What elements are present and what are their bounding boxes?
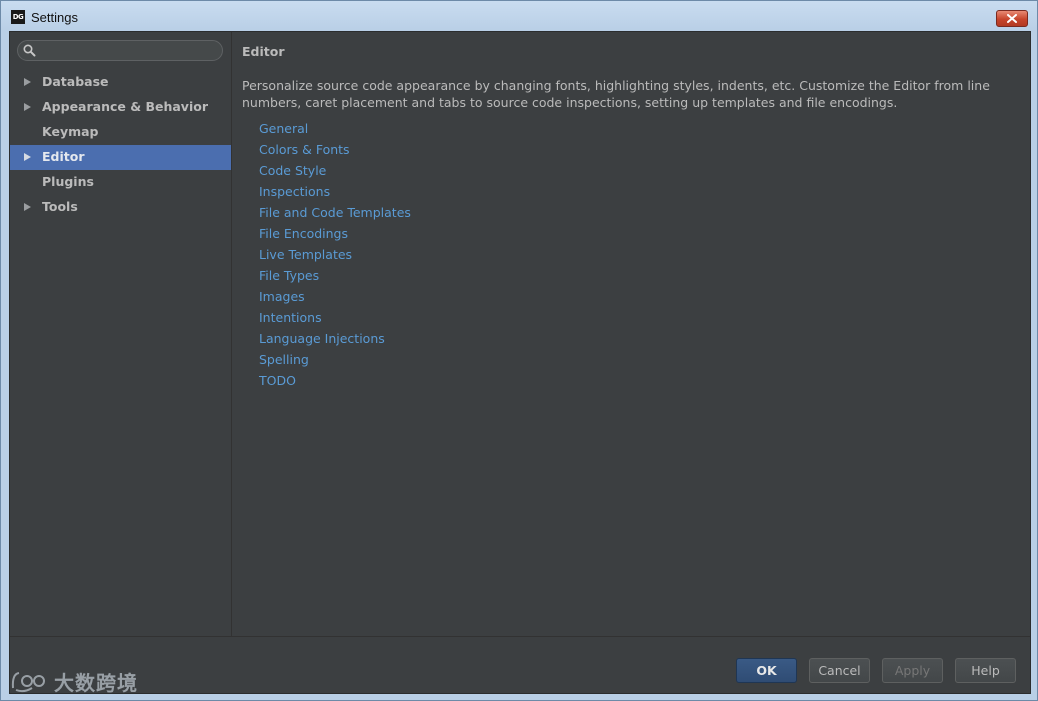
sidebar-item-label: Tools [42, 199, 78, 214]
link-intentions[interactable]: Intentions [259, 309, 411, 330]
expand-arrow-icon[interactable] [24, 153, 31, 161]
link-language-injections[interactable]: Language Injections [259, 330, 411, 351]
sidebar-item-plugins[interactable]: Plugins [10, 170, 231, 195]
watermark-text: 大数跨境 [54, 670, 138, 695]
link-file-types[interactable]: File Types [259, 267, 411, 288]
title-bar[interactable]: DG Settings [1, 1, 1037, 31]
expand-arrow-icon[interactable] [24, 203, 31, 211]
link-todo[interactable]: TODO [259, 372, 411, 393]
sidebar-item-appearance-behavior[interactable]: Appearance & Behavior [10, 95, 231, 120]
link-colors-fonts[interactable]: Colors & Fonts [259, 141, 411, 162]
sidebar-item-label: Editor [42, 149, 85, 164]
footer-divider [10, 636, 1030, 637]
settings-content-panel: Editor Personalize source code appearanc… [232, 32, 1030, 636]
sidebar-item-keymap[interactable]: Keymap [10, 120, 231, 145]
sidebar-item-label: Plugins [42, 174, 94, 189]
help-button[interactable]: Help [955, 658, 1016, 683]
link-file-encodings[interactable]: File Encodings [259, 225, 411, 246]
expand-arrow-icon[interactable] [24, 103, 31, 111]
link-inspections[interactable]: Inspections [259, 183, 411, 204]
search-icon [23, 44, 36, 57]
subsection-links: General Colors & Fonts Code Style Inspec… [259, 120, 411, 393]
datagrip-app-icon: DG [11, 10, 25, 24]
sidebar-item-label: Appearance & Behavior [42, 99, 208, 114]
cancel-button[interactable]: Cancel [809, 658, 870, 683]
watermark-logo-icon [11, 672, 45, 693]
expand-arrow-icon[interactable] [24, 78, 31, 86]
close-button[interactable] [996, 10, 1028, 27]
link-general[interactable]: General [259, 120, 411, 141]
sidebar-item-label: Database [42, 74, 109, 89]
search-box[interactable] [17, 40, 223, 62]
close-icon [1007, 14, 1017, 23]
link-file-code-templates[interactable]: File and Code Templates [259, 204, 411, 225]
watermark: 大数跨境 [10, 664, 138, 698]
link-live-templates[interactable]: Live Templates [259, 246, 411, 267]
sidebar-item-database[interactable]: Database [10, 70, 231, 95]
link-code-style[interactable]: Code Style [259, 162, 411, 183]
search-input[interactable] [42, 41, 222, 62]
page-description: Personalize source code appearance by ch… [242, 78, 990, 110]
sidebar-item-editor[interactable]: Editor [10, 145, 231, 170]
window-title: Settings [31, 10, 78, 25]
link-spelling[interactable]: Spelling [259, 351, 411, 372]
settings-dialog-body: Database Appearance & Behavior Keymap Ed… [9, 31, 1031, 695]
link-images[interactable]: Images [259, 288, 411, 309]
page-title: Editor [242, 44, 285, 59]
ok-button[interactable]: OK [736, 658, 797, 683]
apply-button[interactable]: Apply [882, 658, 943, 683]
sidebar-item-tools[interactable]: Tools [10, 195, 231, 220]
sidebar-item-label: Keymap [42, 124, 99, 139]
settings-window: DG Settings Database Appearance & Behavi… [0, 0, 1038, 701]
settings-sidebar: Database Appearance & Behavior Keymap Ed… [10, 32, 232, 636]
